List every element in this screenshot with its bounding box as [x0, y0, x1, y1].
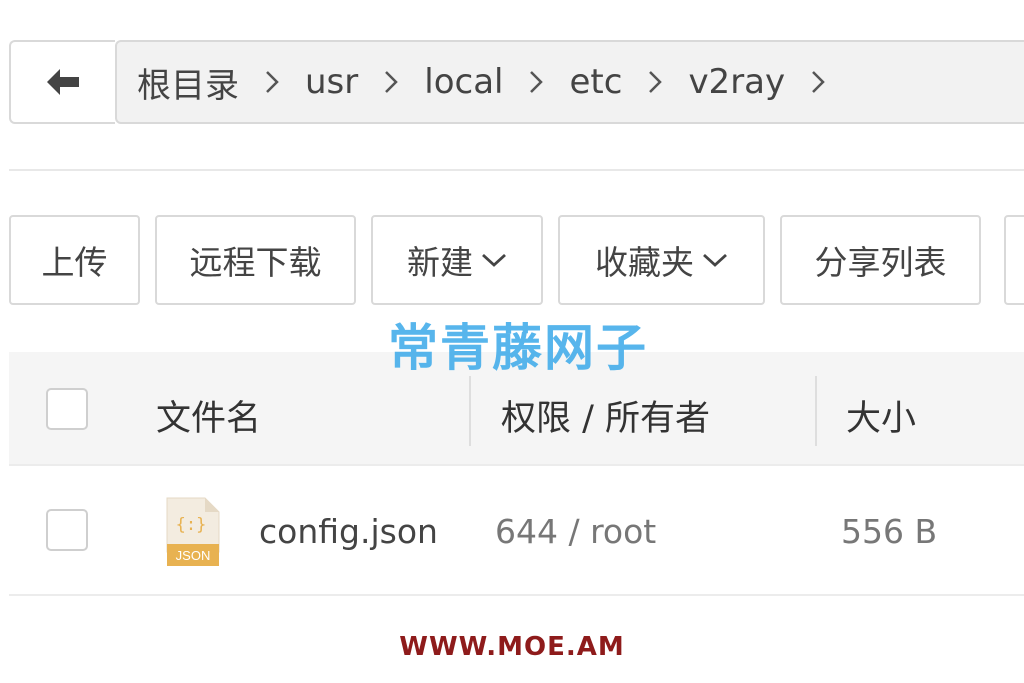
chevron-right-icon — [521, 70, 551, 94]
more-toolbar-button[interactable] — [1004, 215, 1024, 305]
chevron-right-icon — [640, 70, 670, 94]
chevron-right-icon — [803, 70, 833, 94]
file-size: 556 B — [841, 512, 938, 551]
column-divider — [815, 376, 817, 446]
chevron-right-icon — [376, 70, 406, 94]
breadcrumb-item-v2ray[interactable]: v2ray — [688, 62, 785, 102]
column-header-size[interactable]: 大小 — [846, 390, 916, 441]
svg-text:JSON: JSON — [176, 548, 211, 563]
chevron-down-icon — [482, 253, 506, 267]
share-list-button[interactable]: 分享列表 — [780, 215, 981, 305]
chevron-down-icon — [703, 253, 727, 267]
column-header-permission[interactable]: 权限 / 所有者 — [501, 390, 710, 441]
breadcrumb-item-root[interactable]: 根目录 — [137, 58, 239, 107]
file-permission[interactable]: 644 / root — [495, 512, 656, 551]
row-checkbox[interactable] — [46, 509, 88, 551]
divider — [9, 169, 1024, 171]
upload-button[interactable]: 上传 — [9, 215, 140, 305]
select-all-checkbox[interactable] — [46, 388, 88, 430]
json-file-icon: {:} JSON — [166, 497, 220, 566]
chevron-right-icon — [257, 70, 287, 94]
remote-download-button[interactable]: 远程下载 — [155, 215, 356, 305]
upload-button-label: 上传 — [41, 243, 108, 282]
breadcrumb-item-etc[interactable]: etc — [569, 62, 622, 102]
new-button-label: 新建 — [407, 243, 473, 282]
column-divider — [469, 376, 471, 446]
favorites-dropdown-button[interactable]: 收藏夹 — [558, 215, 765, 305]
table-row[interactable]: {:} JSON config.json 644 / root 556 B — [9, 466, 1024, 596]
arrow-left-icon — [47, 69, 79, 95]
share-list-button-label: 分享列表 — [814, 243, 947, 282]
back-button[interactable] — [9, 40, 115, 124]
remote-download-button-label: 远程下载 — [189, 243, 322, 282]
svg-text:{:}: {:} — [176, 515, 207, 535]
new-dropdown-button[interactable]: 新建 — [371, 215, 543, 305]
breadcrumb: 根目录 usr local etc v2ray — [115, 40, 1024, 124]
column-header-filename[interactable]: 文件名 — [156, 390, 261, 441]
favorites-button-label: 收藏夹 — [595, 243, 694, 282]
breadcrumb-item-usr[interactable]: usr — [305, 62, 358, 102]
file-name-link[interactable]: config.json — [259, 512, 438, 551]
footer-watermark: WWW.MOE.AM — [399, 632, 625, 662]
breadcrumb-item-local[interactable]: local — [424, 62, 503, 102]
watermark: 常青藤网子 — [388, 319, 648, 377]
